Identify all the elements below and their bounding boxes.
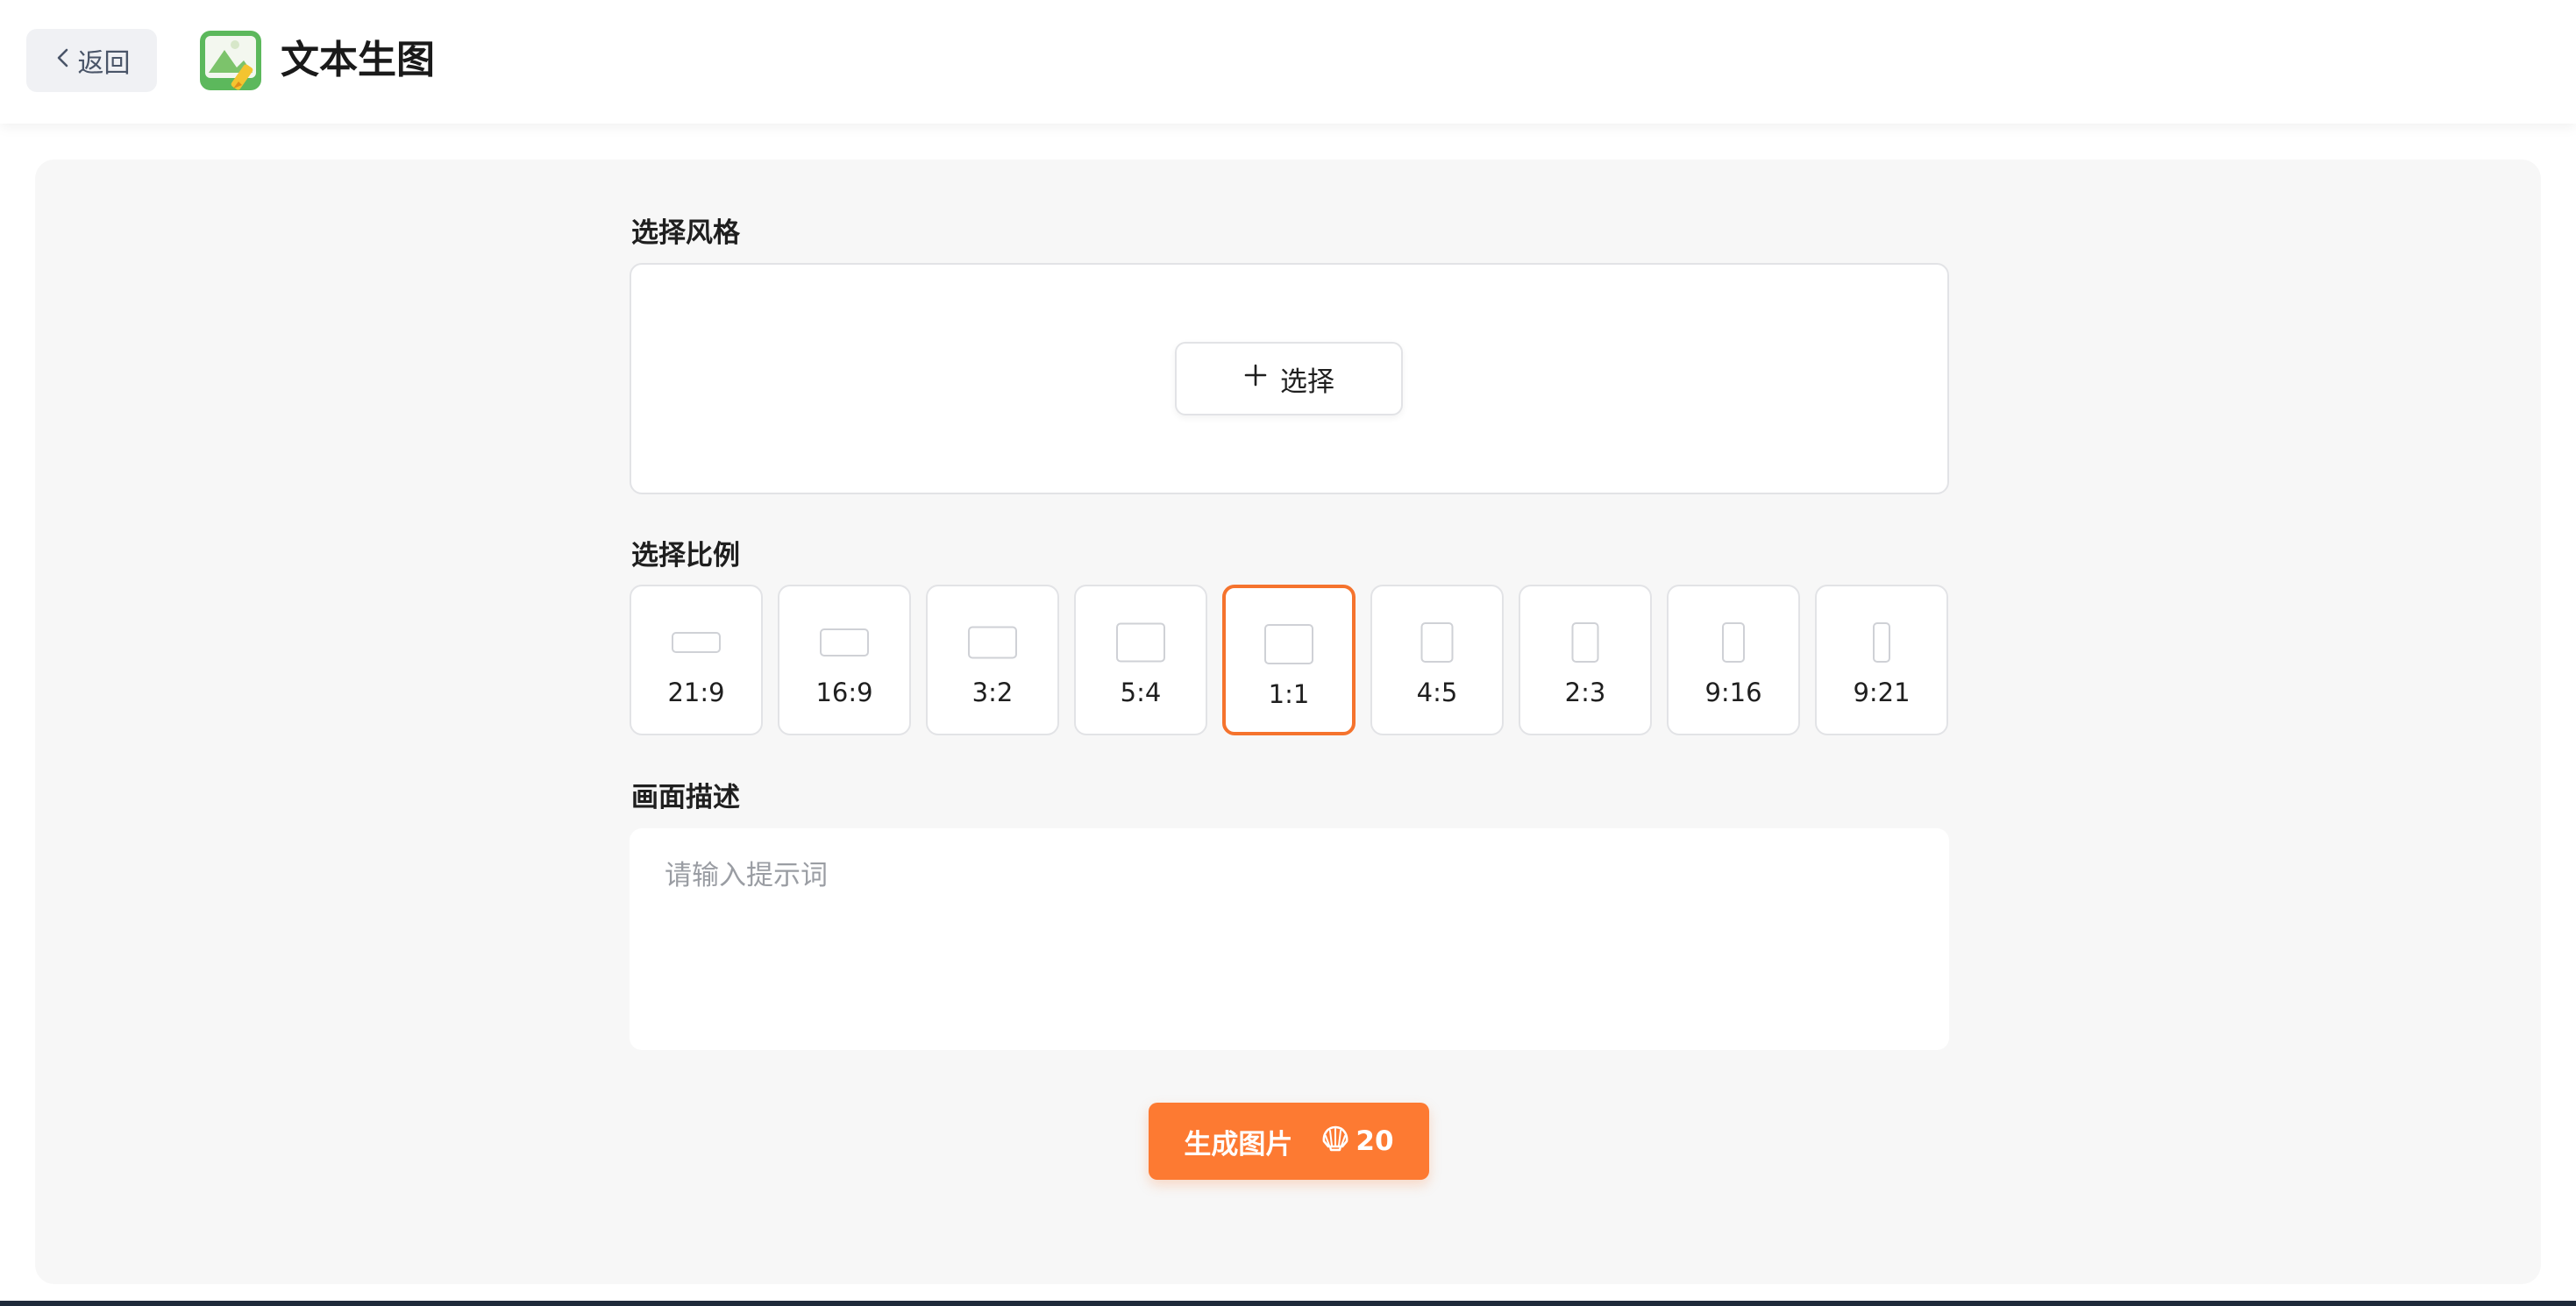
ratio-shape-icon [672, 632, 721, 653]
ratio-shape-icon [968, 626, 1017, 659]
ratio-option-label: 4:5 [1416, 678, 1458, 707]
chevron-left-icon [53, 46, 73, 76]
ratio-option-label: 9:21 [1853, 678, 1911, 707]
select-style-label: 选择 [1280, 366, 1334, 398]
ratio-option-label: 21:9 [667, 678, 725, 707]
ratio-option-label: 16:9 [815, 678, 873, 707]
image-app-icon [198, 29, 263, 92]
ratio-option[interactable]: 5:4 [1074, 585, 1207, 735]
ratio-shape-icon [820, 628, 869, 657]
prompt-input[interactable] [630, 828, 1949, 1050]
ratio-option[interactable]: 1:1 [1222, 585, 1356, 735]
ratio-option-label: 9:16 [1704, 678, 1762, 707]
select-style-button[interactable]: 选择 [1175, 342, 1403, 415]
cost-value: 20 [1356, 1125, 1394, 1157]
ratio-shape-icon [1264, 624, 1313, 664]
top-bar: 返回 文本生图 [0, 0, 2576, 124]
page-title: 文本生图 [281, 38, 435, 82]
window-edge [0, 1301, 2576, 1306]
generate-image-button[interactable]: 生成图片 20 [1149, 1103, 1429, 1180]
page: 返回 文本生图 选择风格 选择 选择比例 21:9 16:9 3:2 5:4 1:1 4:… [0, 0, 2576, 1301]
back-button[interactable]: 返回 [26, 29, 157, 92]
plus-icon [1243, 363, 1268, 394]
ratio-shape-icon [1722, 622, 1745, 663]
ratio-shape-icon [1873, 622, 1890, 663]
ratio-option-label: 1:1 [1268, 679, 1310, 709]
ratio-option[interactable]: 21:9 [630, 585, 763, 735]
ratio-option[interactable]: 2:3 [1519, 585, 1652, 735]
ratio-shape-icon [1420, 622, 1454, 663]
ratio-option[interactable]: 3:2 [926, 585, 1059, 735]
back-label: 返回 [77, 48, 131, 79]
ratio-option[interactable]: 9:16 [1667, 585, 1800, 735]
cost-badge: 20 [1320, 1124, 1394, 1159]
ratio-option[interactable]: 4:5 [1370, 585, 1504, 735]
description-section-label: 画面描述 [631, 782, 740, 813]
style-section-label: 选择风格 [631, 217, 740, 249]
ratio-option[interactable]: 16:9 [778, 585, 911, 735]
ratio-option-label: 5:4 [1120, 678, 1162, 707]
generate-label: 生成图片 [1184, 1128, 1293, 1160]
ratio-option[interactable]: 9:21 [1815, 585, 1948, 735]
shell-icon [1320, 1124, 1350, 1159]
ratio-option-label: 2:3 [1564, 678, 1606, 707]
ratio-section-label: 选择比例 [631, 540, 740, 571]
ratio-shape-icon [1116, 622, 1165, 663]
ratio-shape-icon [1571, 622, 1599, 663]
ratio-option-label: 3:2 [971, 678, 1014, 707]
